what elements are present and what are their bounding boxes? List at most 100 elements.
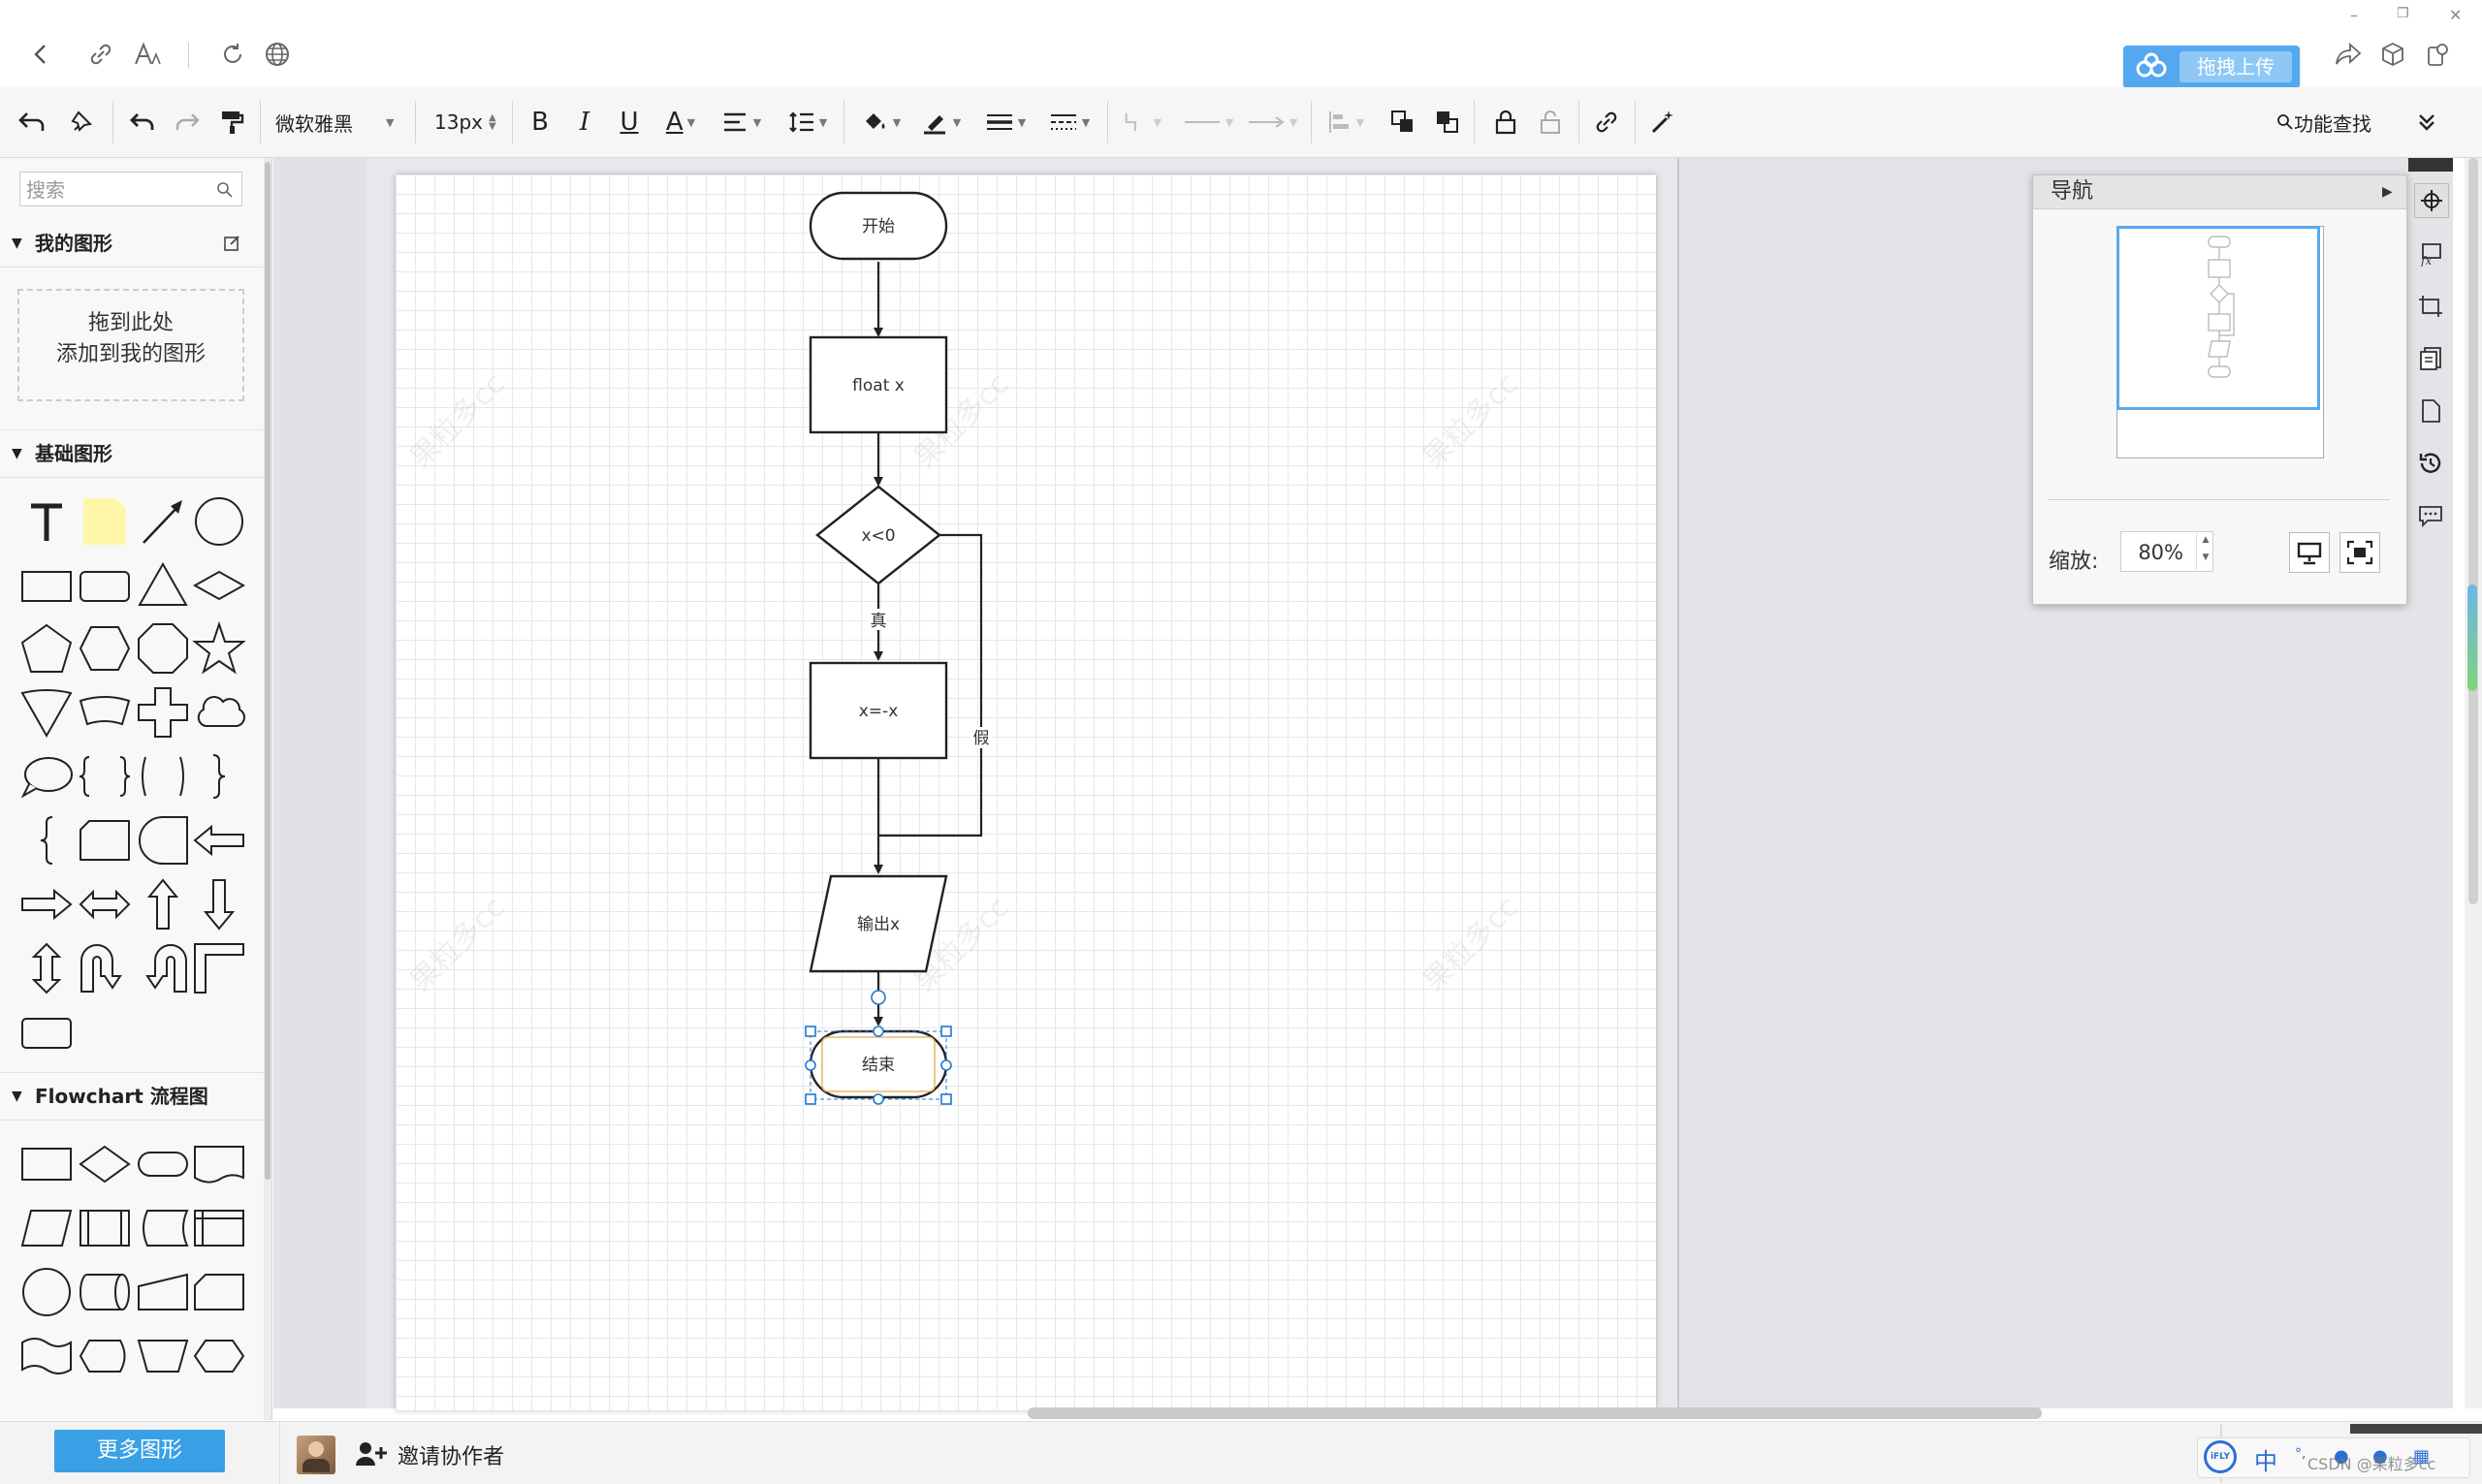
scroll-thumb[interactable] (2468, 158, 2478, 904)
arrow-line-shape[interactable] (136, 494, 190, 549)
cone-shape[interactable] (19, 685, 74, 740)
fill-color-button[interactable]: ▼ (857, 105, 906, 140)
pages-icon[interactable] (2414, 342, 2447, 375)
note-shape[interactable] (78, 494, 132, 549)
shape-search-input[interactable]: 搜索 (19, 172, 242, 206)
font-family-select[interactable]: 微软雅黑 ▼ (275, 105, 403, 140)
minimize-button[interactable]: – (2350, 6, 2358, 24)
hyperlink-icon[interactable] (1590, 105, 1623, 140)
flowchart-header[interactable]: ▼ Flowchart 流程图 (0, 1072, 264, 1121)
globe-icon[interactable] (262, 39, 293, 70)
format-painter-icon[interactable] (215, 105, 248, 140)
navigator-viewport[interactable] (2116, 226, 2320, 410)
hexagon-shape[interactable] (78, 621, 132, 676)
scroll-thumb[interactable] (265, 162, 270, 1180)
crop-page-icon[interactable] (2414, 290, 2447, 323)
left-arrow-shape[interactable] (192, 813, 246, 868)
line-style-button[interactable]: ▼ (1045, 105, 1094, 140)
connector-shape[interactable] (19, 1265, 74, 1319)
process-shape[interactable] (19, 1137, 74, 1191)
undo-icon[interactable] (126, 105, 159, 140)
navigator-toggle-icon[interactable] (2414, 183, 2449, 218)
right-arrow-shape[interactable] (19, 877, 74, 931)
fit-page-icon[interactable] (2339, 532, 2380, 573)
manual-input-shape[interactable] (136, 1265, 190, 1319)
underline-button[interactable]: U (617, 105, 642, 140)
collapse-toolbar-icon[interactable] (2410, 105, 2443, 140)
font-size-select[interactable]: 13px ▲ ▼ (434, 105, 502, 140)
send-back-icon[interactable] (1431, 105, 1464, 140)
add-user-icon[interactable] (355, 1439, 388, 1468)
font-color-button[interactable]: A ▼ (659, 105, 702, 140)
bring-front-icon[interactable] (1386, 105, 1419, 140)
decision-shape[interactable] (78, 1137, 132, 1191)
page-icon[interactable] (2414, 395, 2447, 427)
comment-icon[interactable] (2414, 499, 2447, 532)
predefined-process-shape[interactable] (78, 1201, 132, 1255)
card-shape[interactable] (78, 813, 132, 868)
collapse-right-icon[interactable]: ▶ (2382, 175, 2393, 208)
drawing-page[interactable]: 果粒多cc 果粒多cc 果粒多cc 果粒多cc 果粒多cc 果粒多cc 开始 f… (396, 174, 1656, 1410)
my-shapes-dropzone[interactable]: 拖到此处 添加到我的图形 (17, 289, 244, 401)
line-spacing-button[interactable]: ▼ (783, 105, 832, 140)
braces-shape[interactable] (78, 749, 132, 804)
redo-icon[interactable] (171, 105, 204, 140)
align-shapes-button[interactable]: ▼ (1326, 105, 1365, 140)
back-icon[interactable] (25, 39, 56, 70)
card-flow-shape[interactable] (192, 1265, 246, 1319)
display-shape[interactable] (78, 1329, 132, 1383)
my-shapes-header[interactable]: ▼ 我的图形 (0, 220, 264, 268)
share-icon[interactable] (2333, 39, 2364, 70)
stored-data-shape[interactable] (136, 1201, 190, 1255)
ime-mode-label[interactable]: 中 (2254, 1442, 2277, 1476)
circle-shape[interactable] (192, 494, 246, 549)
unlock-icon[interactable] (1534, 105, 1567, 140)
line-color-button[interactable]: ▼ (917, 105, 966, 140)
extension-icon[interactable] (2422, 39, 2453, 70)
data-shape[interactable] (19, 1201, 74, 1255)
italic-button[interactable]: I (572, 105, 597, 140)
right-brace-shape[interactable] (192, 749, 246, 804)
internal-storage-shape[interactable] (192, 1201, 246, 1255)
link-icon[interactable] (85, 39, 116, 70)
terminator-shape[interactable] (136, 1137, 190, 1191)
small-rounded-rect-shape[interactable] (19, 1005, 74, 1059)
pentagon-shape[interactable] (19, 621, 74, 676)
back-arrow-icon[interactable] (16, 105, 48, 140)
refresh-icon[interactable] (217, 39, 248, 70)
manual-operation-shape[interactable] (136, 1329, 190, 1383)
lock-icon[interactable] (1489, 105, 1522, 140)
avatar[interactable] (297, 1436, 335, 1474)
corner-shape[interactable] (192, 941, 246, 995)
formula-icon[interactable]: fx (2414, 237, 2447, 270)
double-arrow-shape[interactable] (78, 877, 132, 931)
rounded-rect-shape[interactable] (78, 558, 132, 613)
horizontal-scrollbar[interactable] (1028, 1407, 2042, 1419)
font-size-icon[interactable] (132, 39, 163, 70)
upload-button[interactable]: 拖拽上传 (2123, 46, 2300, 88)
line-start-button[interactable]: ▼ (1181, 105, 1235, 140)
document-shape[interactable] (192, 1137, 246, 1191)
line-width-button[interactable]: ▼ (981, 105, 1030, 140)
vertical-scrollbar[interactable] (2465, 158, 2482, 1408)
box-icon[interactable] (2377, 39, 2408, 70)
triangle-shape[interactable] (136, 558, 190, 613)
octagon-shape[interactable] (136, 621, 190, 676)
text-align-button[interactable]: ▼ (717, 105, 766, 140)
paper-tape-shape[interactable] (19, 1329, 74, 1383)
cross-shape[interactable] (136, 685, 190, 740)
magic-wand-icon[interactable] (1646, 105, 1679, 140)
sequential-data-shape[interactable] (78, 1265, 132, 1319)
rectangle-shape[interactable] (19, 558, 74, 613)
u-turn-left-shape[interactable] (136, 941, 190, 995)
left-brace-shape[interactable] (19, 813, 74, 868)
brackets-shape[interactable] (136, 749, 190, 804)
u-turn-shape[interactable] (78, 941, 132, 995)
diamond-shape[interactable] (192, 558, 246, 613)
basic-shapes-header[interactable]: ▼ 基础图形 (0, 429, 264, 478)
vertical-double-arrow-shape[interactable] (19, 941, 74, 995)
restore-button[interactable]: ❐ (2397, 6, 2409, 21)
text-shape[interactable] (19, 494, 74, 549)
more-shapes-button[interactable]: 更多图形 (54, 1430, 225, 1472)
down-arrow-shape[interactable] (192, 877, 246, 931)
